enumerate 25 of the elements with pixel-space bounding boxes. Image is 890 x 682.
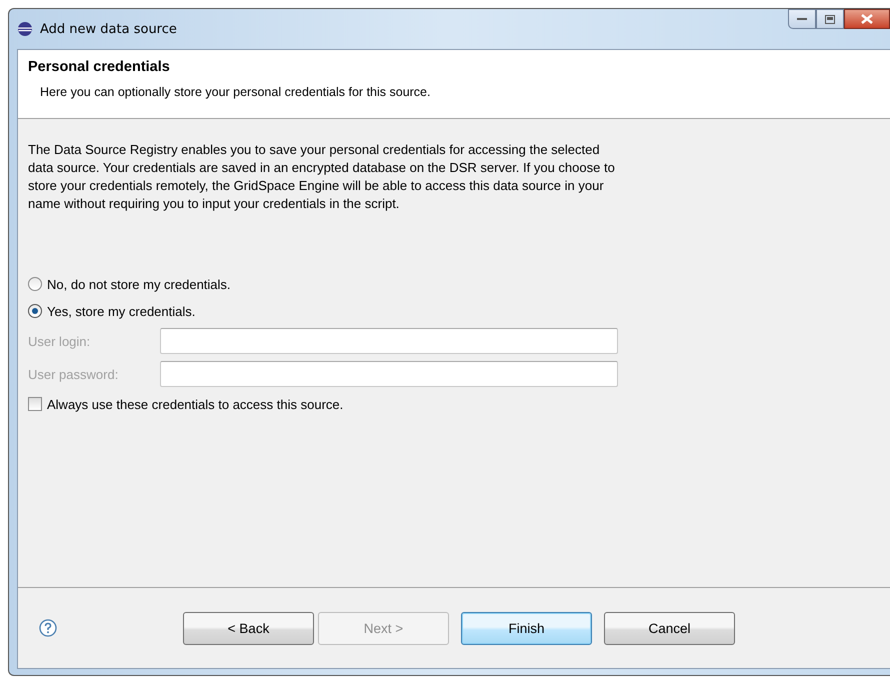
radio-button[interactable] bbox=[28, 277, 42, 291]
window-title: Add new data source bbox=[40, 22, 177, 36]
page-title: Personal credentials bbox=[28, 59, 171, 75]
help-icon[interactable] bbox=[39, 619, 57, 637]
maximize-button[interactable] bbox=[816, 9, 844, 29]
dialog-button[interactable]: < Back bbox=[183, 612, 314, 644]
minimize-button[interactable] bbox=[788, 9, 816, 29]
field-label: User password: bbox=[28, 366, 120, 382]
field-label: User login: bbox=[28, 334, 92, 348]
radio-button[interactable] bbox=[28, 304, 42, 318]
input-field[interactable] bbox=[160, 328, 618, 354]
description-text: The Data Source Registry enables you to save your personal credentials for accessing the selected data source. Your credentials are saved in an encrypted database on the DSR server. If you choose to store your credentials remotely, the GridSpace Engine will be able to access this data source in your name without requiring you to input your credentials in the script. bbox=[28, 141, 616, 213]
page-subtitle: Here you can optionally store your personal credentials for this source. bbox=[40, 85, 432, 99]
close-icon bbox=[861, 14, 873, 24]
minimize-icon bbox=[797, 17, 807, 21]
radio-label: No, do not store my credentials. bbox=[47, 276, 231, 292]
input-field[interactable] bbox=[160, 361, 618, 387]
sphere-icon bbox=[17, 21, 33, 37]
close-button[interactable] bbox=[844, 9, 890, 29]
maximize-icon bbox=[825, 14, 835, 24]
checkbox[interactable] bbox=[28, 397, 42, 411]
dialog-button[interactable]: Finish bbox=[461, 612, 592, 644]
checkbox-label: Always use these credentials to access this source. bbox=[47, 396, 344, 412]
radio-label: Yes, store my credentials. bbox=[47, 304, 196, 318]
dialog-button[interactable]: Cancel bbox=[604, 612, 735, 644]
